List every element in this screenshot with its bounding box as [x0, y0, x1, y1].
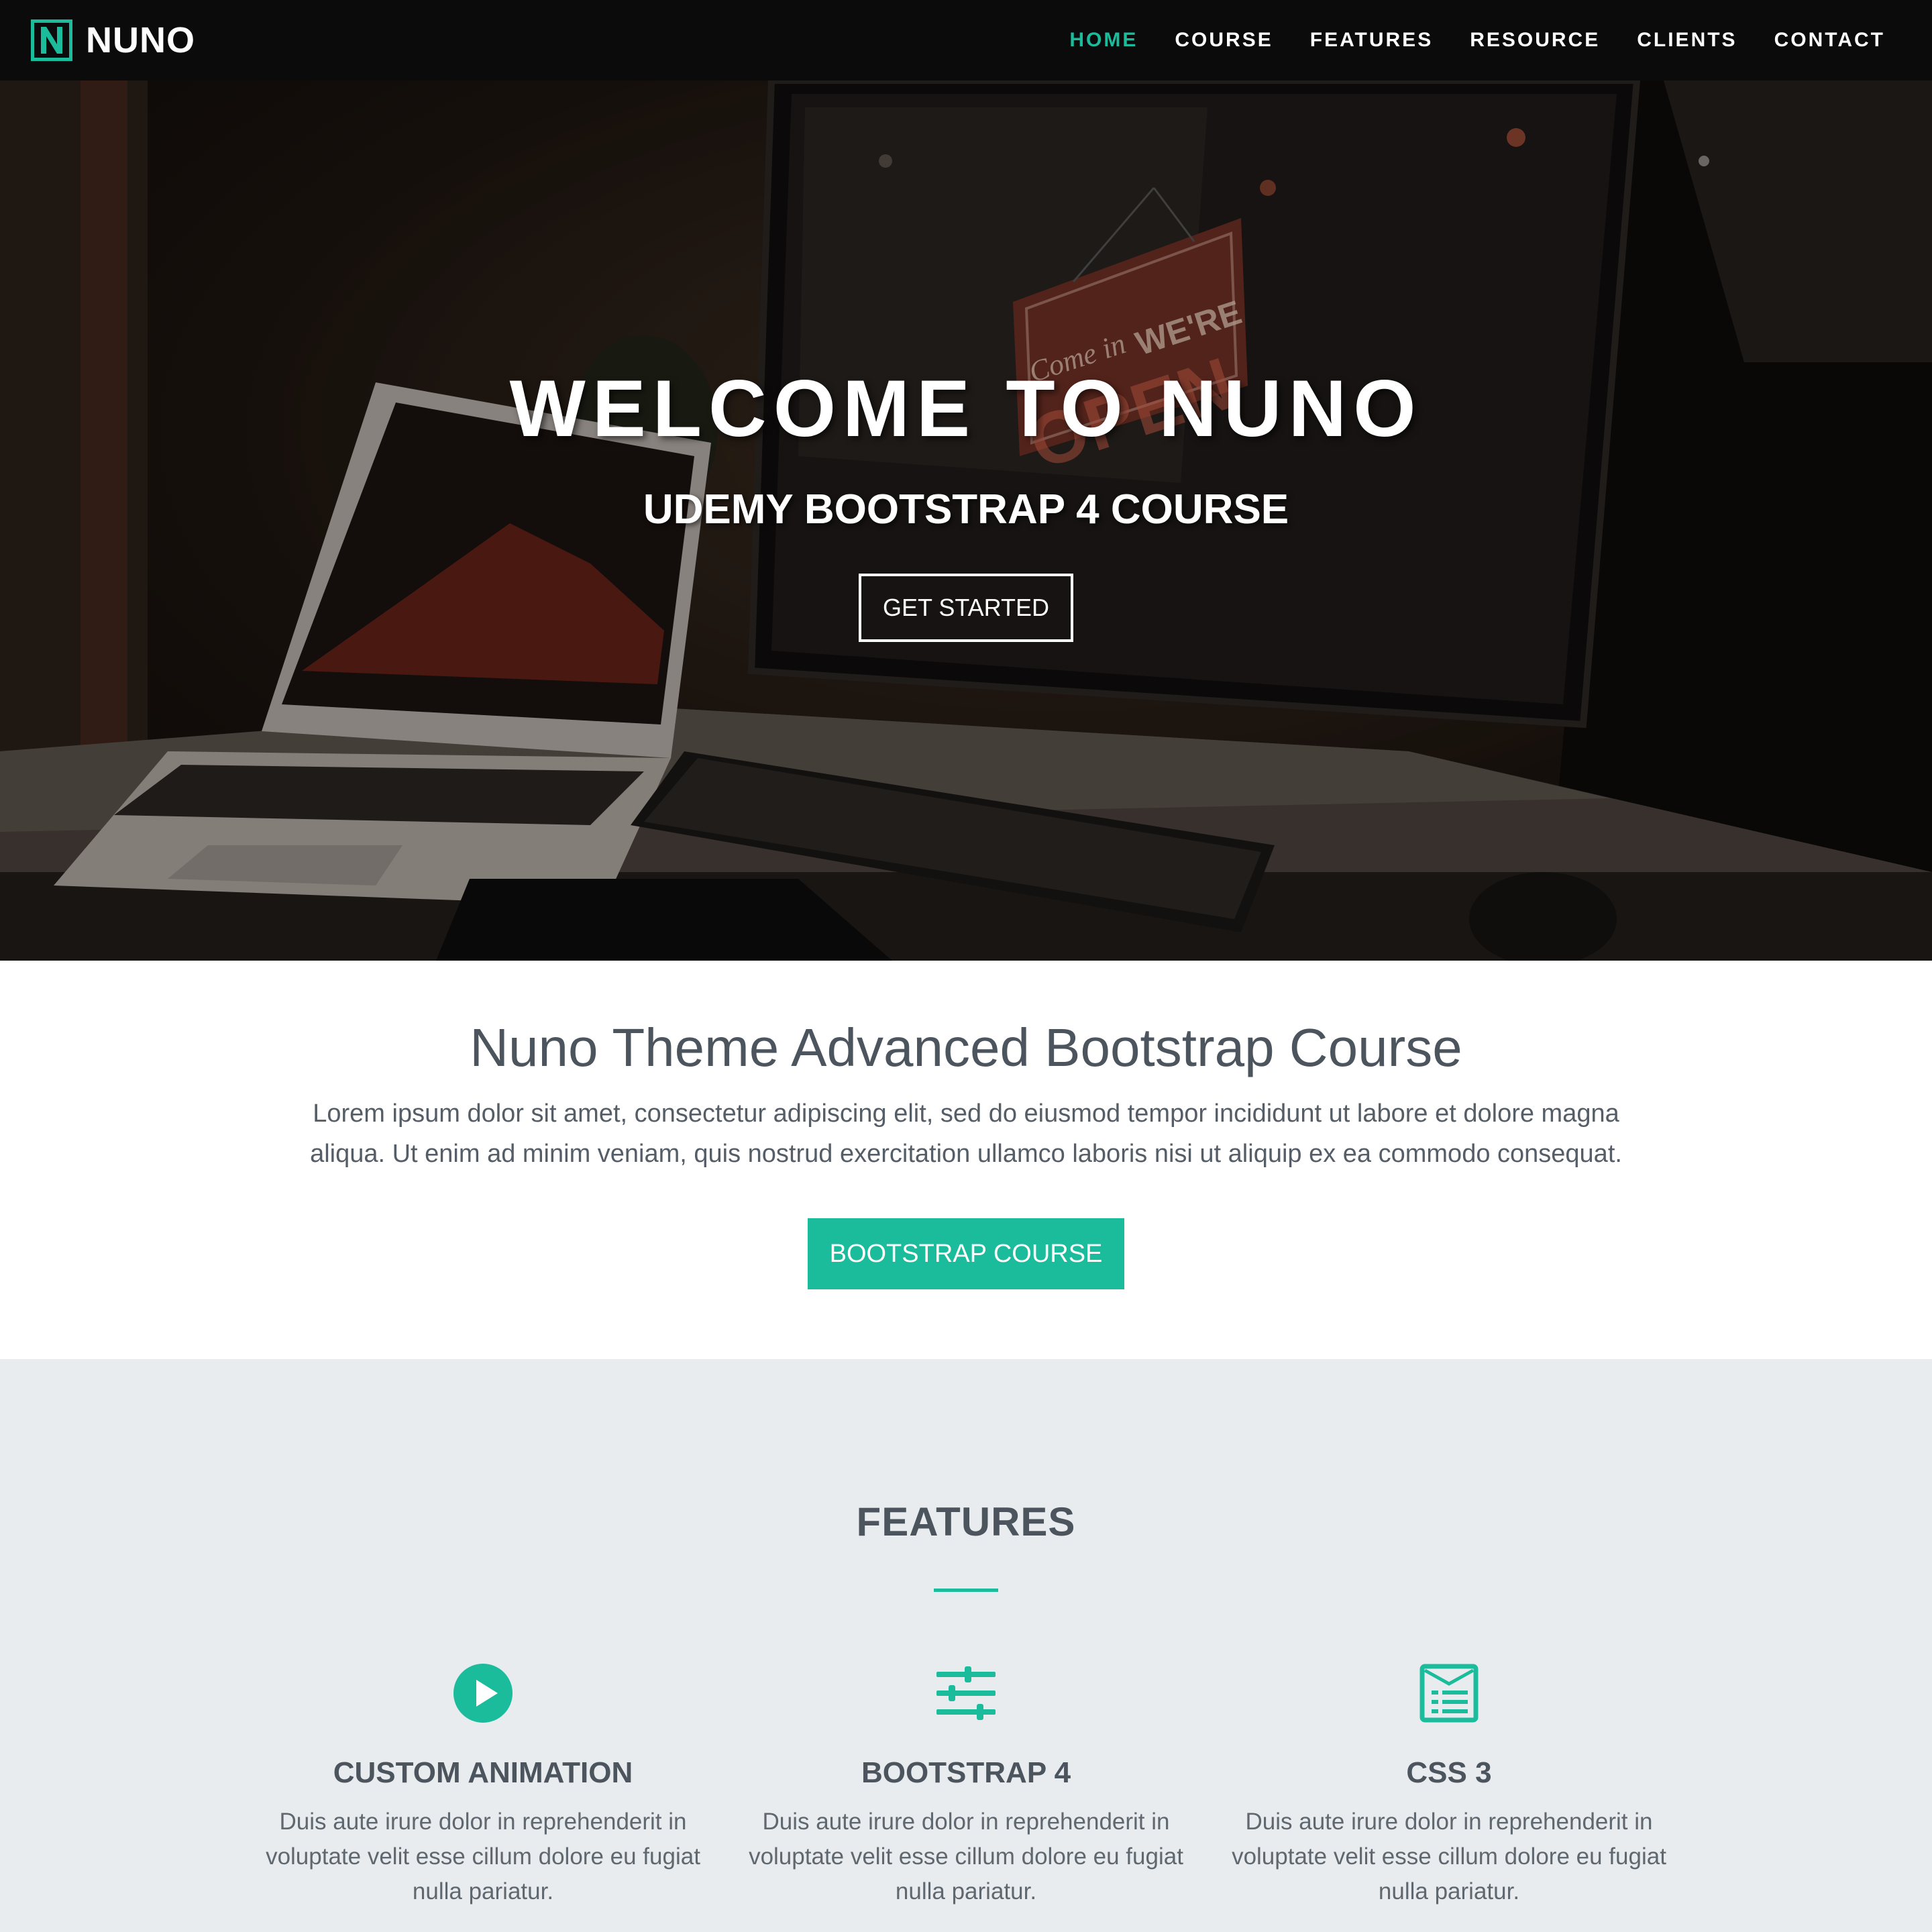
nav-item-resource: RESOURCE	[1470, 29, 1600, 52]
features-divider	[934, 1589, 998, 1592]
browser-list-icon	[1419, 1664, 1479, 1723]
feature-title: CSS 3	[1406, 1756, 1492, 1789]
nav-link-resource[interactable]: RESOURCE	[1470, 29, 1600, 51]
nav-item-features: FEATURES	[1310, 29, 1433, 52]
nav-link-contact[interactable]: CONTACT	[1774, 29, 1885, 51]
nav-item-contact: CONTACT	[1774, 29, 1885, 52]
feature-text: Duis aute irure dolor in reprehenderit i…	[1232, 1809, 1666, 1904]
features-section: FEATURES CUSTOM ANIMATION Duis aute irur…	[0, 1359, 1932, 1932]
hero-section: Come in WE'RE OPEN WELCOME TO NUNO UDEMY…	[0, 80, 1932, 961]
brand-name: NUNO	[86, 20, 195, 60]
feature-text: Duis aute irure dolor in reprehenderit i…	[266, 1809, 700, 1904]
feature-custom-animation: CUSTOM ANIMATION Duis aute irure dolor i…	[248, 1661, 718, 1909]
play-circle-icon	[453, 1664, 513, 1723]
nav-link-features[interactable]: FEATURES	[1310, 29, 1433, 51]
intro-text: Lorem ipsum dolor sit amet, consectetur …	[310, 1099, 1622, 1168]
feature-text: Duis aute irure dolor in reprehenderit i…	[749, 1809, 1183, 1904]
intro-section: Nuno Theme Advanced Bootstrap Course Lor…	[0, 961, 1932, 1359]
sliders-icon	[936, 1666, 996, 1720]
main-nav: HOME COURSE FEATURES RESOURCE CLIENTS CO…	[1069, 29, 1885, 52]
bootstrap-course-button[interactable]: BOOTSTRAP COURSE	[808, 1218, 1124, 1289]
hero-subtitle: UDEMY BOOTSTRAP 4 COURSE	[643, 486, 1289, 533]
get-started-button[interactable]: GET STARTED	[859, 574, 1073, 642]
navbar: NUNO HOME COURSE FEATURES RESOURCE CLIEN…	[0, 0, 1932, 80]
nav-link-clients[interactable]: CLIENTS	[1637, 29, 1737, 51]
intro-title: Nuno Theme Advanced Bootstrap Course	[470, 1018, 1462, 1077]
feature-bootstrap-4: BOOTSTRAP 4 Duis aute irure dolor in rep…	[731, 1661, 1201, 1909]
feature-css-3: CSS 3 Duis aute irure dolor in reprehend…	[1214, 1661, 1684, 1909]
feature-title: CUSTOM ANIMATION	[333, 1756, 633, 1789]
feature-title: BOOTSTRAP 4	[861, 1756, 1071, 1789]
nav-link-course[interactable]: COURSE	[1175, 29, 1273, 51]
nav-item-clients: CLIENTS	[1637, 29, 1737, 52]
hero-content: WELCOME TO NUNO UDEMY BOOTSTRAP 4 COURSE…	[0, 362, 1932, 642]
hero-title: WELCOME TO NUNO	[509, 364, 1423, 453]
n-letter-glyph	[41, 27, 62, 54]
nav-item-home: HOME	[1069, 29, 1138, 52]
brand-link[interactable]: NUNO	[31, 19, 195, 61]
nav-link-home[interactable]: HOME	[1069, 29, 1138, 51]
features-title: FEATURES	[856, 1499, 1076, 1544]
nav-item-course: COURSE	[1175, 29, 1273, 52]
n-square-icon	[31, 19, 72, 61]
